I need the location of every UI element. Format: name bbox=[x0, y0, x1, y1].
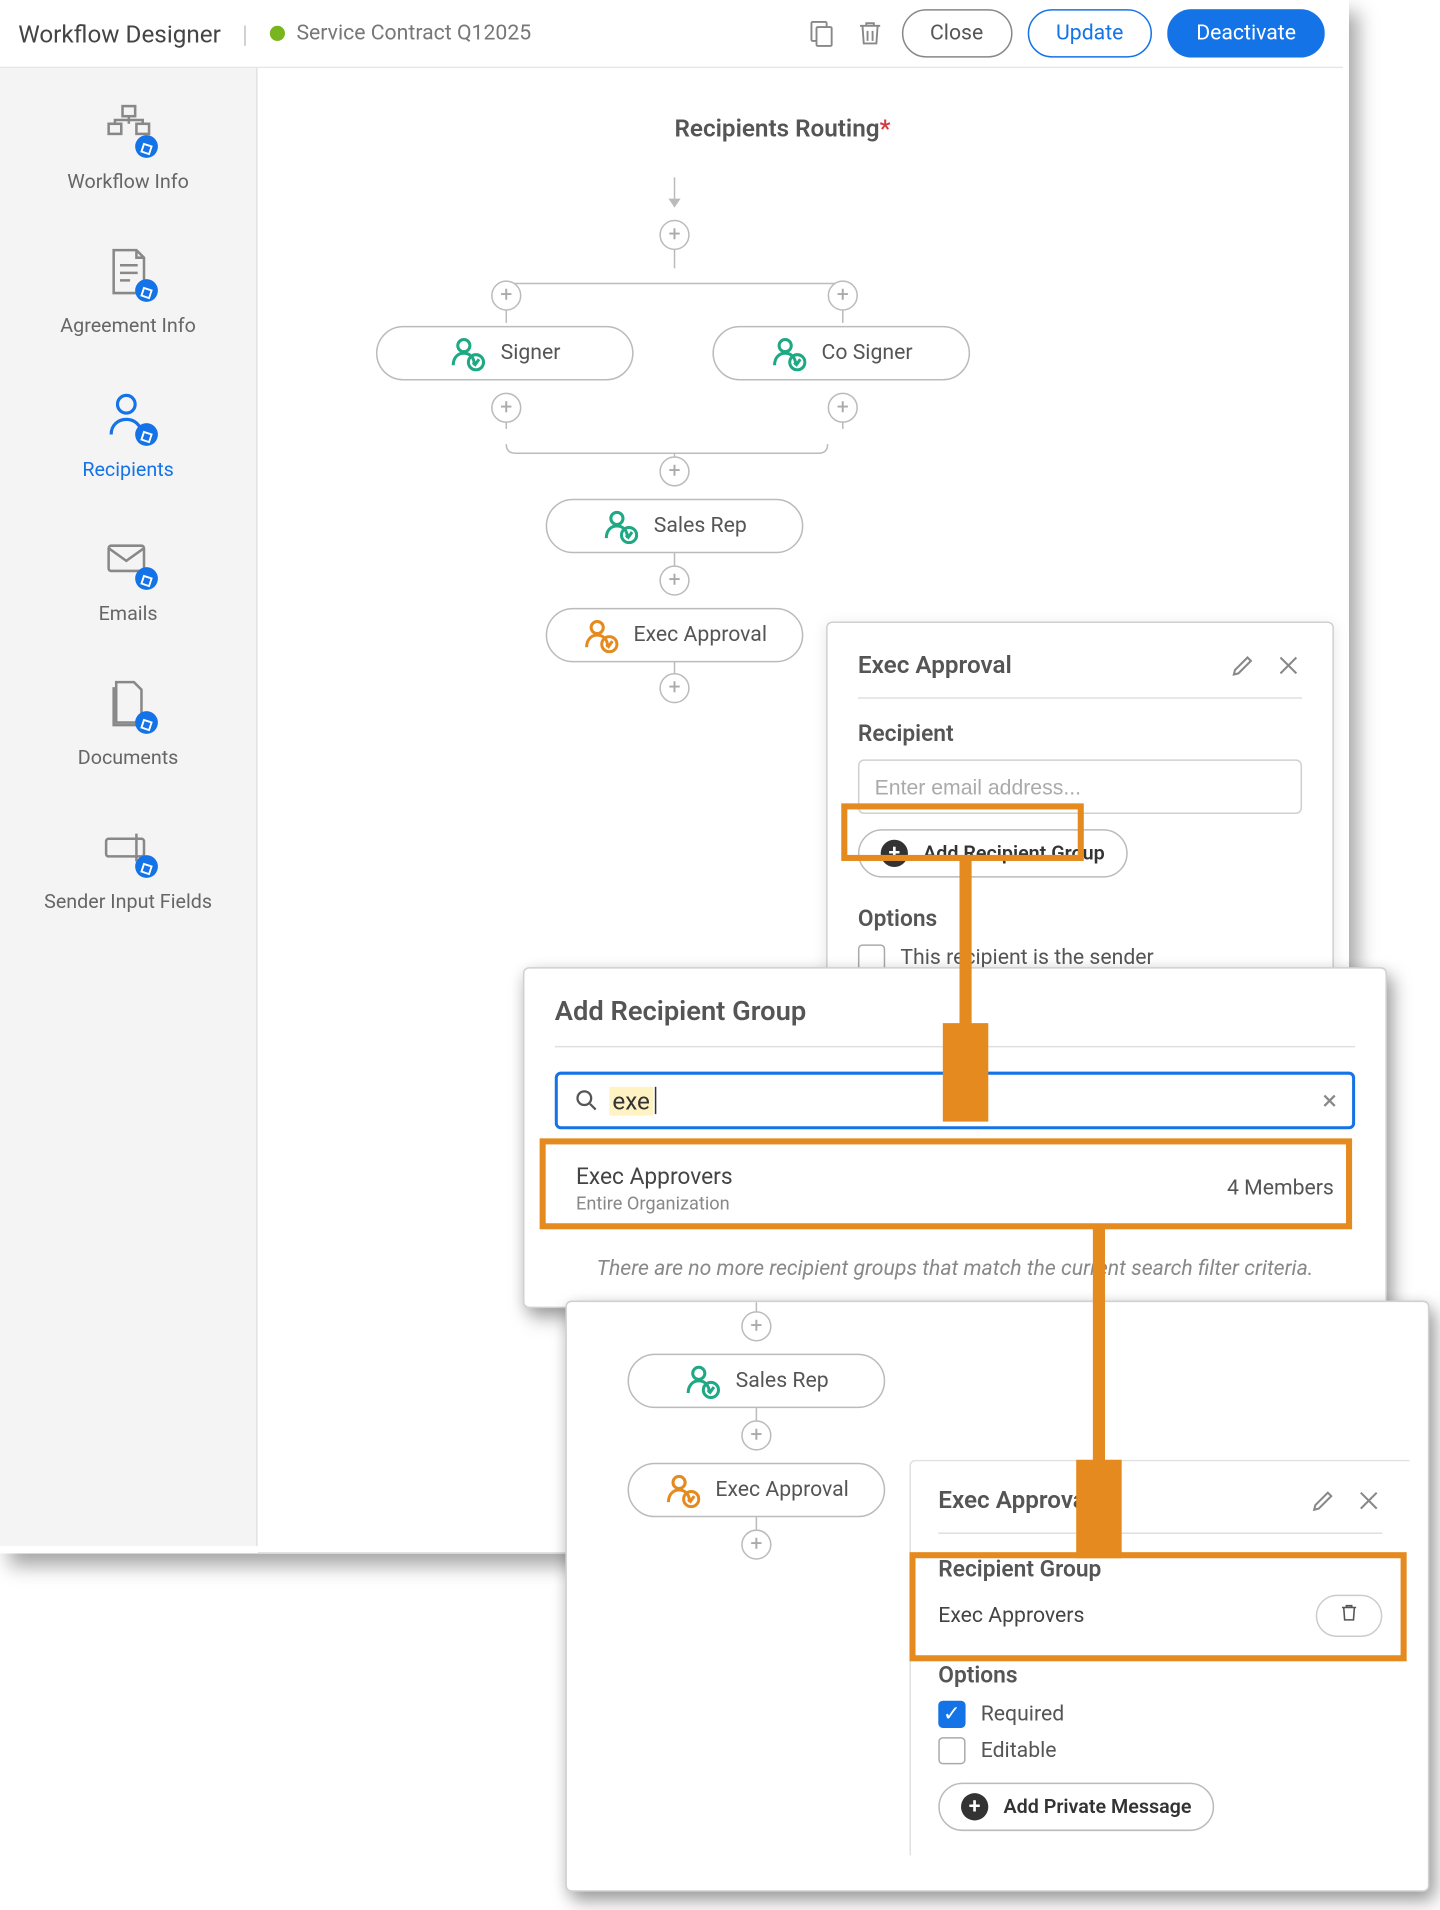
close-icon[interactable] bbox=[1355, 1486, 1382, 1513]
trash-icon[interactable] bbox=[853, 17, 886, 50]
recipient-group-label: Recipient Group bbox=[938, 1555, 1382, 1582]
app-title: Workflow Designer bbox=[18, 19, 221, 48]
sidebar-item-label: Workflow Info bbox=[67, 171, 189, 194]
options-label: Options bbox=[938, 1661, 1382, 1688]
node-execapproval[interactable]: Exec Approval bbox=[546, 608, 804, 663]
modal-title: Add Recipient Group bbox=[555, 996, 1355, 1028]
sidebar-item-agreement-info[interactable]: Agreement Info bbox=[0, 243, 256, 338]
docs-icon[interactable] bbox=[804, 17, 837, 50]
result-name: Exec Approvers bbox=[576, 1163, 733, 1190]
sidebar: Workflow Info Agreement Info Recipients … bbox=[0, 68, 258, 1546]
update-button[interactable]: Update bbox=[1027, 9, 1152, 58]
node-label: Sales Rep bbox=[736, 1369, 829, 1393]
search-icon bbox=[573, 1087, 600, 1114]
recipient-email-input[interactable] bbox=[858, 759, 1302, 814]
add-node-button[interactable]: + bbox=[828, 280, 858, 310]
add-node-button[interactable]: + bbox=[659, 565, 689, 595]
sidebar-item-label: Sender Input Fields bbox=[44, 891, 212, 914]
close-icon[interactable] bbox=[1275, 651, 1302, 678]
node-label: Co Signer bbox=[822, 341, 913, 365]
add-node-button[interactable]: + bbox=[659, 456, 689, 486]
add-recipient-group-button[interactable]: + Add Recipient Group bbox=[858, 829, 1128, 878]
node-label: Sales Rep bbox=[654, 514, 747, 538]
panel-title: Exec Approval bbox=[938, 1485, 1092, 1514]
group-name: Exec Approvers bbox=[938, 1604, 1084, 1628]
node-label: Exec Approval bbox=[634, 623, 767, 647]
panel-title: Exec Approval bbox=[858, 650, 1012, 679]
node-label: Signer bbox=[501, 341, 561, 365]
add-recipient-group-modal: Add Recipient Group exe × Exec Approvers… bbox=[523, 967, 1387, 1308]
add-node-button[interactable]: + bbox=[659, 673, 689, 703]
node-signer[interactable]: Signer bbox=[376, 326, 634, 381]
plus-icon: + bbox=[881, 840, 908, 867]
options-label: Options bbox=[858, 905, 1302, 932]
remove-group-button[interactable] bbox=[1316, 1595, 1383, 1637]
group-result-row[interactable]: Exec Approvers Entire Organization 4 Mem… bbox=[555, 1147, 1355, 1229]
status-dot-icon bbox=[269, 26, 284, 41]
sidebar-item-emails[interactable]: Emails bbox=[0, 531, 256, 626]
routing-connectors-icon bbox=[567, 1302, 961, 1605]
search-value: exe bbox=[609, 1086, 653, 1115]
editable-label: Editable bbox=[981, 1739, 1057, 1763]
add-node-button[interactable]: + bbox=[659, 220, 689, 250]
separator: | bbox=[242, 19, 248, 48]
sidebar-item-documents[interactable]: Documents bbox=[0, 675, 256, 770]
clear-icon[interactable]: × bbox=[1322, 1085, 1337, 1117]
exec-approval-panel: Exec Approval Recipient + Add Recipient … bbox=[826, 621, 1334, 1000]
add-node-button[interactable]: + bbox=[491, 280, 521, 310]
sidebar-item-label: Documents bbox=[78, 747, 179, 770]
node-salesrep[interactable]: Sales Rep bbox=[628, 1354, 886, 1409]
trash-icon bbox=[1338, 1602, 1359, 1623]
lower-canvas-panel: + Sales Rep + Exec Approval + Exec Appro… bbox=[565, 1301, 1429, 1892]
result-members: 4 Members bbox=[1227, 1176, 1334, 1200]
sidebar-item-recipients[interactable]: Recipients bbox=[0, 387, 256, 482]
plus-icon: + bbox=[961, 1793, 988, 1820]
pencil-icon[interactable] bbox=[1310, 1486, 1337, 1513]
required-checkbox[interactable]: ✓ bbox=[938, 1701, 965, 1728]
add-node-button[interactable]: + bbox=[828, 393, 858, 423]
sidebar-item-label: Recipients bbox=[82, 459, 174, 482]
result-sub: Entire Organization bbox=[576, 1193, 733, 1214]
group-search-input[interactable]: exe × bbox=[555, 1072, 1355, 1130]
recipient-label: Recipient bbox=[858, 720, 1302, 747]
add-node-button[interactable]: + bbox=[741, 1420, 771, 1450]
add-private-message-button[interactable]: + Add Private Message bbox=[938, 1783, 1214, 1832]
add-node-button[interactable]: + bbox=[741, 1311, 771, 1341]
sidebar-item-sender-input-fields[interactable]: Sender Input Fields bbox=[0, 819, 256, 914]
deactivate-button[interactable]: Deactivate bbox=[1167, 9, 1324, 58]
no-more-results-note: There are no more recipient groups that … bbox=[555, 1257, 1355, 1281]
node-execapproval[interactable]: Exec Approval bbox=[628, 1463, 886, 1518]
pencil-icon[interactable] bbox=[1229, 651, 1256, 678]
canvas-title: Recipients Routing* bbox=[675, 114, 891, 143]
document-title: Service Contract Q12025 bbox=[296, 21, 531, 45]
exec-approval-panel-2: Exec Approval Recipient Group Exec Appro… bbox=[909, 1460, 1409, 1856]
node-cosigner[interactable]: Co Signer bbox=[712, 326, 970, 381]
sidebar-item-label: Emails bbox=[99, 603, 158, 626]
node-salesrep[interactable]: Sales Rep bbox=[546, 499, 804, 554]
required-label: Required bbox=[981, 1702, 1064, 1726]
close-button[interactable]: Close bbox=[901, 9, 1012, 58]
sidebar-item-label: Agreement Info bbox=[60, 315, 196, 338]
add-node-button[interactable]: + bbox=[491, 393, 521, 423]
add-node-button[interactable]: + bbox=[741, 1529, 771, 1559]
sidebar-item-workflow-info[interactable]: Workflow Info bbox=[0, 99, 256, 194]
node-label: Exec Approval bbox=[715, 1478, 848, 1502]
top-bar: Workflow Designer | Service Contract Q12… bbox=[0, 0, 1343, 68]
editable-checkbox[interactable] bbox=[938, 1737, 965, 1764]
